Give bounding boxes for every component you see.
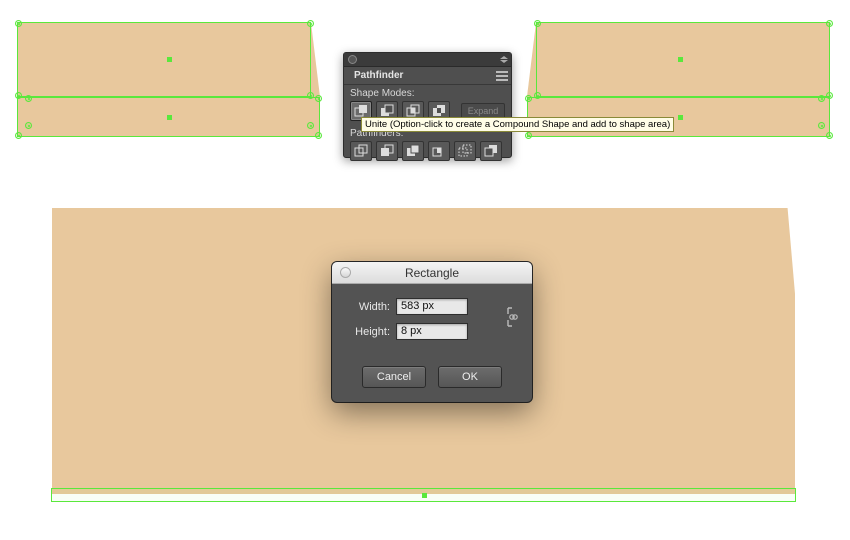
divide-button[interactable] — [350, 141, 372, 161]
height-label: Height: — [344, 326, 390, 338]
shape-modes-label: Shape Modes: — [344, 85, 511, 101]
rectangle-dialog[interactable]: Rectangle Width: 583 px Height: 8 px Can… — [332, 262, 532, 402]
ok-button[interactable]: OK — [438, 366, 502, 388]
canvas-rectangle-selected[interactable] — [51, 488, 796, 502]
panel-menu-icon[interactable] — [496, 71, 508, 81]
pathfinder-panel[interactable]: Pathfinder Shape Modes: Expand Pathfinde… — [343, 52, 512, 158]
minus-back-button[interactable] — [480, 141, 502, 161]
panel-titlebar[interactable] — [344, 53, 511, 67]
dialog-title: Rectangle — [405, 266, 459, 280]
merge-button[interactable] — [402, 141, 424, 161]
trim-button[interactable] — [376, 141, 398, 161]
dialog-titlebar[interactable]: Rectangle — [332, 262, 532, 284]
constrain-proportions-icon[interactable] — [504, 304, 520, 330]
panel-tab[interactable]: Pathfinder — [344, 67, 511, 85]
width-label: Width: — [344, 301, 390, 313]
width-input[interactable]: 583 px — [396, 298, 468, 315]
cancel-button[interactable]: Cancel — [362, 366, 426, 388]
collapse-icon[interactable] — [500, 56, 508, 62]
panel-title: Pathfinder — [350, 69, 407, 82]
traffic-light-icon[interactable] — [340, 267, 351, 278]
outline-button[interactable] — [454, 141, 476, 161]
close-icon[interactable] — [348, 55, 357, 64]
canvas-shape-left[interactable] — [17, 22, 320, 137]
crop-button[interactable] — [428, 141, 450, 161]
height-input[interactable]: 8 px — [396, 323, 468, 340]
tooltip: Unite (Option-click to create a Compound… — [361, 117, 674, 132]
